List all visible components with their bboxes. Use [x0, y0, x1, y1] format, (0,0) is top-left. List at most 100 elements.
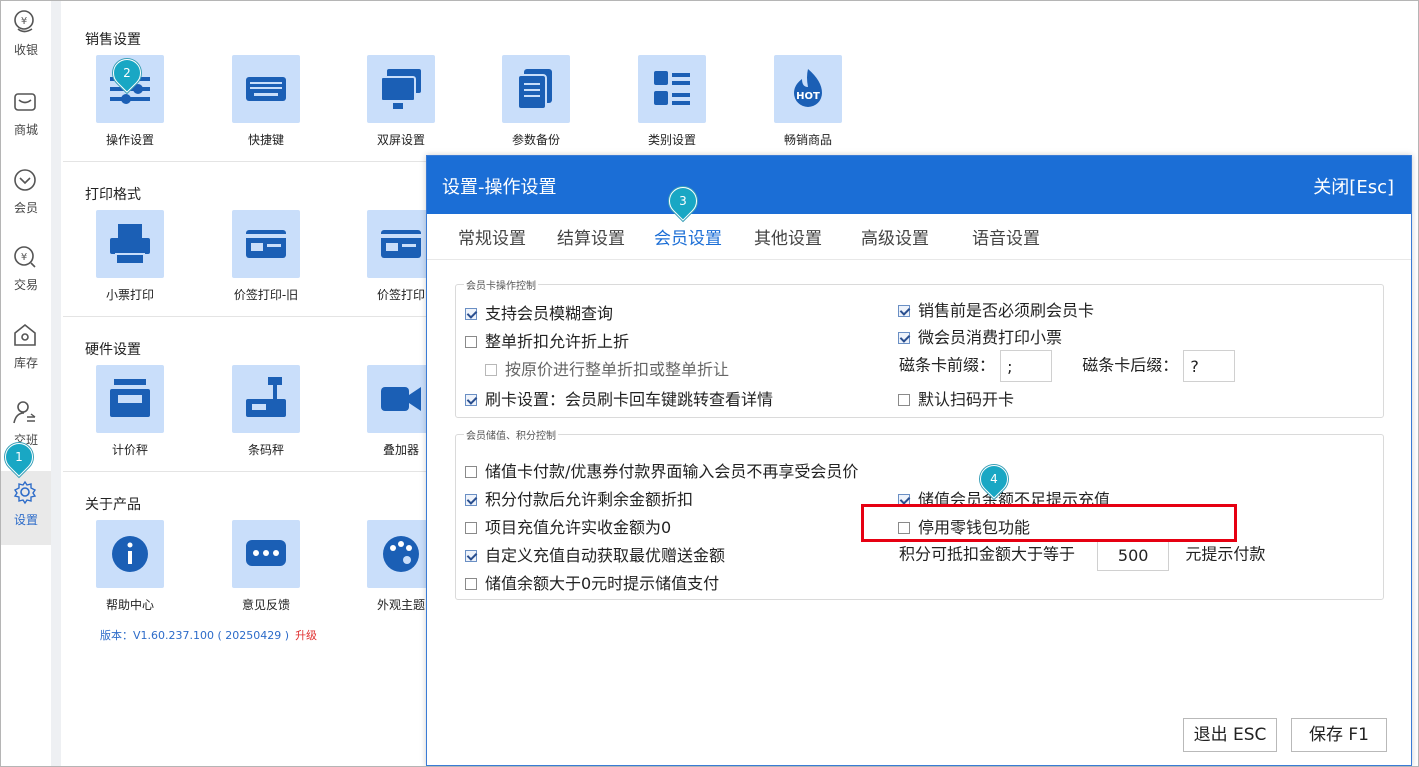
- tile-pricing-scale[interactable]: 计价秤: [63, 365, 173, 465]
- nav-item-inventory[interactable]: 库存: [1, 314, 51, 388]
- dialog-title: 设置-操作设置: [442, 177, 557, 198]
- tile-label: 意见反馈: [241, 598, 290, 612]
- points-threshold-input[interactable]: 500: [1097, 539, 1170, 571]
- magstripe-row: 磁条卡前缀： ; 磁条卡后缀： ?: [899, 350, 1236, 382]
- tile-label: 畅销商品: [783, 133, 832, 147]
- badge-number: 2: [123, 66, 131, 80]
- tile-icon-box: [232, 55, 300, 123]
- barcode-scale-icon: [246, 377, 286, 417]
- option-require-card-before-sale[interactable]: 销售前是否必须刷会员卡: [898, 297, 1094, 321]
- badge-number: 3: [679, 194, 687, 208]
- checkbox[interactable]: [465, 308, 477, 320]
- nav-item-shop[interactable]: 商城: [1, 81, 51, 155]
- section-title-print: 打印格式: [85, 187, 141, 203]
- checkbox[interactable]: [898, 332, 910, 344]
- tab-general[interactable]: 常规设置: [458, 224, 526, 249]
- option-label: 支持会员模糊查询: [485, 304, 614, 323]
- tile-label: 小票打印: [105, 288, 154, 302]
- tile-help-center[interactable]: 帮助中心: [63, 520, 173, 620]
- option-no-member-price-stored-value[interactable]: 储值卡付款/优惠券付款界面输入会员不再享受会员价: [465, 458, 858, 482]
- section-title-sales: 销售设置: [85, 32, 141, 48]
- tile-barcode-scale[interactable]: 条码秤: [199, 365, 309, 465]
- tab-advanced[interactable]: 高级设置: [861, 224, 929, 249]
- group-title: 会员卡操作控制: [464, 277, 538, 292]
- tile-hot-products[interactable]: HOT 畅销商品: [741, 55, 851, 155]
- option-label: 积分付款后允许剩余金额折扣: [485, 490, 694, 509]
- checkbox[interactable]: [465, 578, 477, 590]
- points-suffix: 元提示付款: [1185, 544, 1266, 564]
- dialog-close-button[interactable]: 关闭[Esc]: [1313, 173, 1394, 199]
- tab-voice[interactable]: 语音设置: [972, 224, 1040, 249]
- tile-category-settings[interactable]: 类别设置: [605, 55, 715, 155]
- tile-param-backup[interactable]: 参数备份: [469, 55, 579, 155]
- tile-icon-box: [367, 365, 435, 433]
- option-label: 项目充值允许实收金额为0: [485, 518, 672, 537]
- nav-item-member[interactable]: 会员: [1, 159, 51, 233]
- tile-dual-screen[interactable]: 双屏设置: [334, 55, 444, 155]
- tab-member[interactable]: 会员设置: [654, 224, 722, 249]
- checkbox[interactable]: [898, 394, 910, 406]
- tile-price-tag-old[interactable]: 价签打印-旧: [199, 210, 309, 310]
- tile-shortcut-keys[interactable]: 快捷键: [199, 55, 309, 155]
- option-fuzzy-search[interactable]: 支持会员模糊查询: [465, 300, 613, 324]
- nav-label: 设置: [13, 513, 38, 527]
- nav-item-trade[interactable]: ¥ 交易: [1, 236, 51, 310]
- option-points-discount[interactable]: 积分付款后允许剩余金额折扣: [465, 486, 693, 510]
- tile-label: 计价秤: [111, 443, 148, 457]
- section-title-hardware: 硬件设置: [85, 342, 141, 358]
- price-tag-icon: [246, 230, 286, 258]
- tile-label: 条码秤: [247, 443, 284, 457]
- option-default-scan-open-card[interactable]: 默认扫码开卡: [898, 386, 1014, 410]
- exit-button[interactable]: 退出 ESC: [1183, 718, 1277, 752]
- checkbox[interactable]: [465, 550, 477, 562]
- checkbox[interactable]: [465, 394, 477, 406]
- option-card-swipe-enter[interactable]: 刷卡设置：会员刷卡回车键跳转查看详情: [465, 386, 773, 410]
- checkbox[interactable]: [898, 305, 910, 317]
- dual-screen-icon: [380, 69, 421, 109]
- price-tag-icon: [381, 230, 421, 258]
- nav-item-settings[interactable]: 设置: [1, 471, 51, 545]
- tile-icon-box: [96, 365, 164, 433]
- upgrade-link[interactable]: 升级: [295, 629, 317, 642]
- option-wechat-member-receipt[interactable]: 微会员消费打印小票: [898, 324, 1062, 348]
- checkbox[interactable]: [485, 364, 497, 376]
- tile-icon-box: [367, 520, 435, 588]
- suffix-label: 磁条卡后缀：: [1082, 355, 1179, 375]
- option-auto-best-bonus[interactable]: 自定义充值自动获取最优赠送金额: [465, 542, 725, 566]
- tile-icon-box: HOT: [774, 55, 842, 123]
- badge-number: 4: [990, 472, 998, 486]
- suffix-input[interactable]: ?: [1183, 350, 1236, 382]
- checkbox[interactable]: [465, 494, 477, 506]
- checkbox[interactable]: [465, 336, 477, 348]
- tile-label: 类别设置: [647, 133, 696, 147]
- nav-label: 交易: [13, 278, 38, 292]
- divider: [63, 161, 463, 162]
- checkbox[interactable]: [465, 466, 477, 478]
- tab-other[interactable]: 其他设置: [754, 224, 822, 249]
- feedback-icon: [246, 540, 286, 566]
- tile-label: 操作设置: [105, 133, 154, 147]
- version-info: 版本：V1.60.237.100 ( 20250429 ) 升级: [100, 627, 317, 643]
- checkbox[interactable]: [465, 522, 477, 534]
- dialog-tabs: 常规设置 结算设置 会员设置 其他设置 高级设置 语音设置: [427, 214, 1411, 260]
- tile-label: 参数备份: [511, 133, 560, 147]
- tab-checkout[interactable]: 结算设置: [557, 224, 625, 249]
- inventory-icon: [14, 323, 36, 346]
- section-title-about: 关于产品: [85, 497, 141, 513]
- option-label: 微会员消费打印小票: [918, 328, 1063, 347]
- prefix-input[interactable]: ;: [1000, 350, 1053, 382]
- option-prompt-stored-value-payment[interactable]: 储值余额大于0元时提示储值支付: [465, 570, 719, 594]
- tile-icon-box: [232, 210, 300, 278]
- tile-receipt-print[interactable]: 小票打印: [63, 210, 173, 310]
- option-project-recharge-zero[interactable]: 项目充值允许实收金额为0: [465, 514, 671, 538]
- option-original-price-discount[interactable]: 按原价进行整单折扣或整单折让: [485, 356, 729, 380]
- option-discount-on-discount[interactable]: 整单折扣允许折上折: [465, 328, 629, 352]
- save-button[interactable]: 保存 F1: [1291, 718, 1387, 752]
- prefix-label: 磁条卡前缀：: [899, 355, 996, 375]
- option-label: 整单折扣允许折上折: [485, 332, 630, 351]
- tile-icon-box: [96, 210, 164, 278]
- tile-label: 帮助中心: [105, 598, 154, 612]
- nav-item-cashier[interactable]: ¥ 收银: [1, 1, 51, 75]
- nav-label: 库存: [13, 356, 38, 370]
- tile-feedback[interactable]: 意见反馈: [199, 520, 309, 620]
